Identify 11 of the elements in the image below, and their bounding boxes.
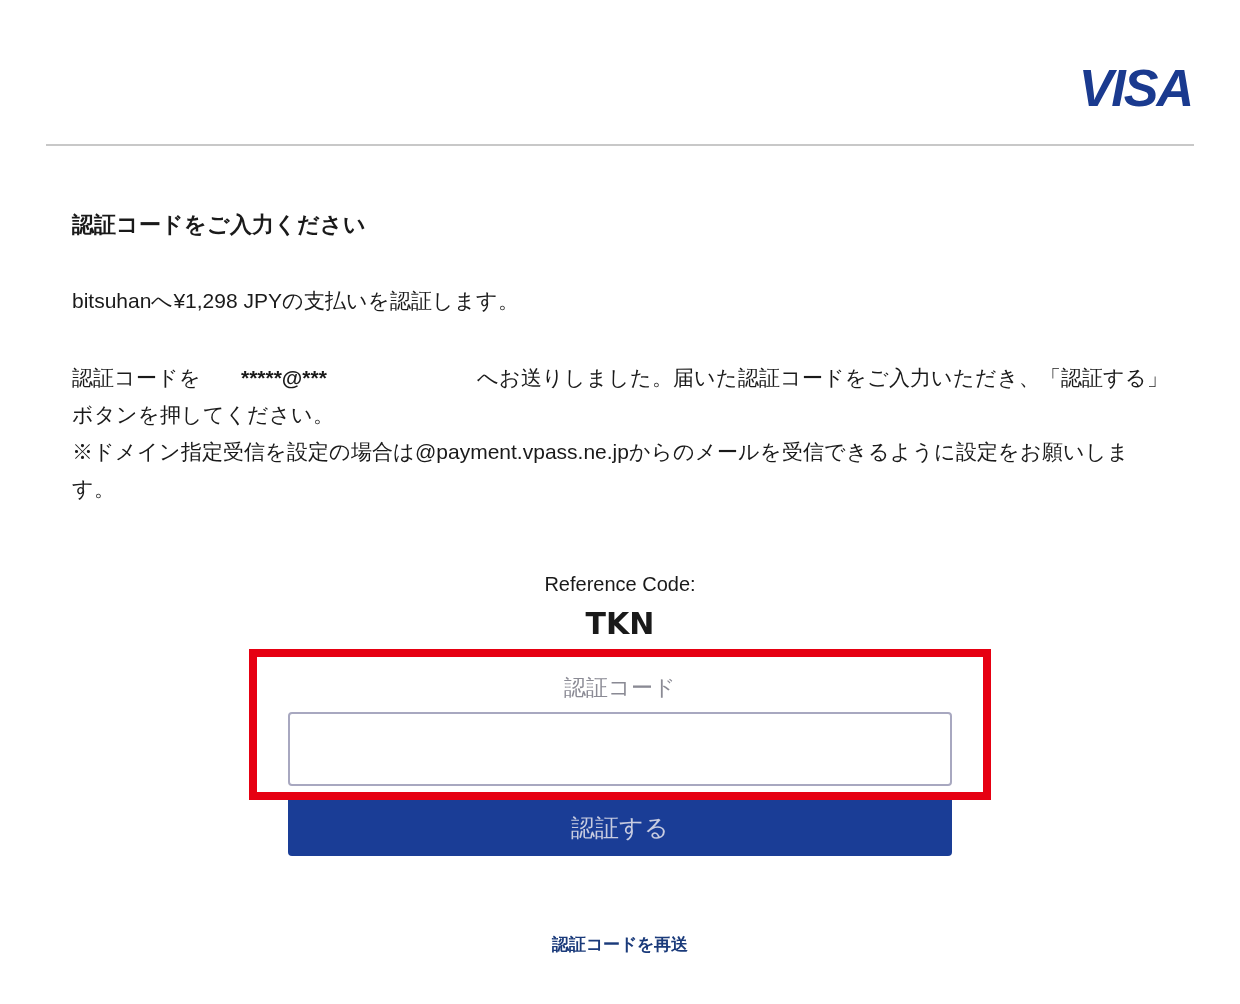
reference-label: Reference Code:: [544, 571, 696, 597]
domain-note: ※ドメイン指定受信を設定の場合は@payment.vpass.ne.jpからのメールを受信できるように設定をお願いします。: [72, 438, 1130, 502]
resend-link[interactable]: 認証コードを再送: [552, 931, 688, 957]
sent-message: 認証コードを *****@*** へお送りしました。届いた認証コードをご入力いただき、「認証する」ボタンを押してください。: [72, 364, 1168, 428]
code-field-label: 認証コード: [564, 673, 676, 702]
visa-logo: VISA: [1078, 62, 1192, 114]
payment-text: bitsuhanへ¥1,298 JPYの支払いを認証します。: [72, 288, 520, 314]
page-heading: 認証コードをご入力ください: [72, 211, 367, 239]
reference-code: TKN: [585, 604, 655, 643]
submit-button[interactable]: 認証する: [288, 799, 952, 856]
code-input-field[interactable]: [288, 711, 952, 786]
